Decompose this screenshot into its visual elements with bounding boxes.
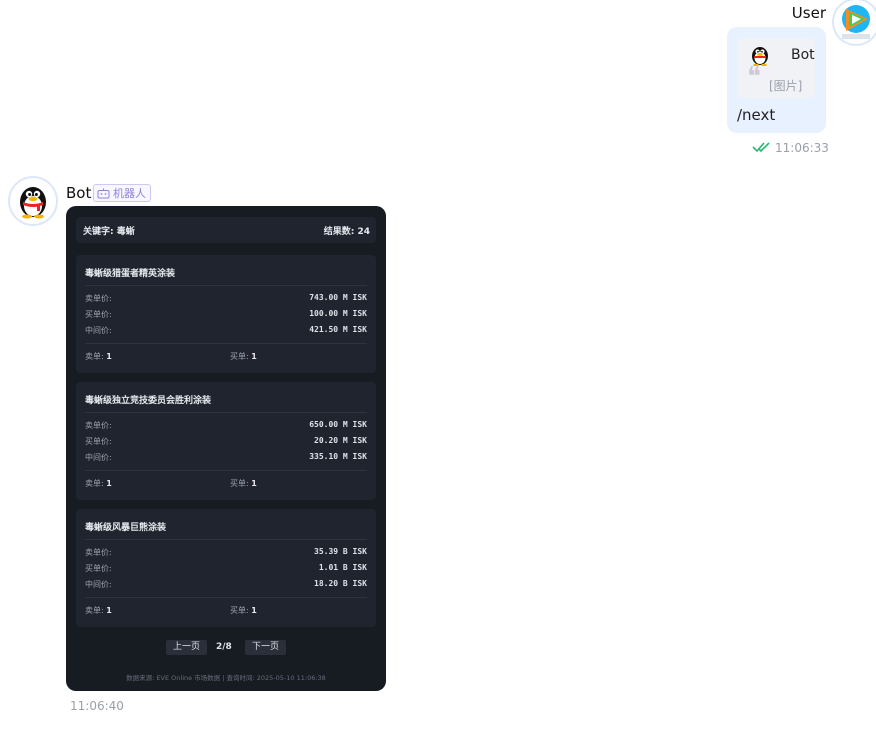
user-message-text: /next — [737, 106, 776, 124]
bot-avatar[interactable] — [10, 178, 56, 224]
divider — [85, 597, 367, 598]
bot-badge-label: 机器人 — [113, 187, 146, 200]
price-value: 650.00 M ISK — [309, 420, 367, 429]
search-keyword: 关键字: 毒蜥 — [83, 227, 135, 237]
price-label: 卖单价: — [85, 548, 112, 557]
penguin-avatar-icon — [11, 179, 55, 223]
sell-label: 卖单: — [85, 352, 104, 361]
user-message-bubble[interactable]: Bot ❝ [图片] /next — [727, 27, 826, 133]
price-value: 335.10 M ISK — [309, 452, 367, 461]
price-row: 卖单价: 743.00 M ISK — [85, 293, 367, 305]
card-footer: 数据来源: EVE Online 市场数据 | 查询时间: 2025-05-10… — [126, 674, 326, 682]
page-indicator: 2/8 — [216, 642, 232, 652]
item-title: 毒蜥级猎蛋者精英涂装 — [85, 269, 176, 279]
price-label: 中间价: — [85, 326, 112, 335]
sell-order-count: 卖单: 1 — [85, 478, 112, 489]
next-page-button[interactable]: 下一页 — [245, 640, 287, 655]
quoted-author: Bot — [791, 47, 815, 63]
price-value: 743.00 M ISK — [309, 293, 367, 302]
sell-count: 1 — [106, 352, 112, 361]
sell-count: 1 — [106, 606, 112, 615]
card-header: 关键字: 毒蜥 结果数: 24 — [76, 217, 376, 243]
buy-label: 买单: — [230, 479, 249, 488]
market-item: 毒蜥级风暴巨熊涂装 卖单价: 35.39 B ISK 买单价: 1.01 B ISK… — [76, 509, 376, 627]
quoted-message[interactable]: Bot ❝ [图片] — [737, 38, 815, 98]
market-item: 毒蜥级猎蛋者精英涂装 卖单价: 743.00 M ISK 买单价: 100.00 M… — [76, 255, 376, 373]
price-value: 18.20 B ISK — [314, 579, 367, 588]
price-value: 1.01 B ISK — [318, 563, 367, 572]
price-label: 中间价: — [85, 453, 112, 462]
buy-order-count: 买单: 1 — [230, 605, 257, 616]
divider — [85, 470, 367, 471]
bot-badge: 机器人 — [93, 184, 151, 202]
result-count: 结果数: 24 — [323, 227, 370, 237]
user-message-time: 11:06:33 — [775, 141, 829, 155]
buy-count: 1 — [251, 606, 257, 615]
item-title: 毒蜥级独立竞技委员会胜利涂装 — [85, 396, 212, 406]
sell-count: 1 — [106, 479, 112, 488]
price-row: 卖单价: 35.39 B ISK — [85, 547, 367, 559]
user-avatar[interactable] — [834, 0, 876, 44]
item-title: 毒蜥级风暴巨熊涂装 — [85, 523, 167, 533]
market-item: 毒蜥级独立竞技委员会胜利涂装 卖单价: 650.00 M ISK 买单价: 20.2… — [76, 382, 376, 500]
price-label: 买单价: — [85, 437, 112, 446]
sell-label: 卖单: — [85, 479, 104, 488]
buy-order-count: 买单: 1 — [230, 478, 257, 489]
divider — [85, 412, 367, 413]
robot-icon — [97, 188, 110, 198]
divider — [85, 285, 367, 286]
video-play-avatar-icon — [835, 1, 876, 43]
price-label: 卖单价: — [85, 294, 112, 303]
price-label: 中间价: — [85, 580, 112, 589]
price-row: 中间价: 18.20 B ISK — [85, 579, 367, 591]
divider — [85, 539, 367, 540]
price-label: 卖单价: — [85, 421, 112, 430]
quote-mark-icon: ❝ — [747, 62, 761, 92]
bot-name: Bot — [66, 184, 92, 202]
bot-message-time: 11:06:40 — [70, 699, 124, 713]
price-value: 35.39 B ISK — [314, 547, 367, 556]
price-value: 100.00 M ISK — [309, 309, 367, 318]
market-result-card[interactable]: 关键字: 毒蜥 结果数: 24 毒蜥级猎蛋者精英涂装 卖单价: 743.00 M … — [66, 206, 386, 691]
price-row: 中间价: 421.50 M ISK — [85, 325, 367, 337]
price-label: 买单价: — [85, 310, 112, 319]
buy-count: 1 — [251, 479, 257, 488]
sell-label: 卖单: — [85, 606, 104, 615]
sell-order-count: 卖单: 1 — [85, 605, 112, 616]
price-row: 卖单价: 650.00 M ISK — [85, 420, 367, 432]
divider — [85, 343, 367, 344]
price-label: 买单价: — [85, 564, 112, 573]
price-value: 421.50 M ISK — [309, 325, 367, 334]
buy-order-count: 买单: 1 — [230, 351, 257, 362]
price-row: 买单价: 1.01 B ISK — [85, 563, 367, 575]
user-name: User — [791, 4, 826, 22]
price-value: 20.20 M ISK — [314, 436, 367, 445]
price-row: 中间价: 335.10 M ISK — [85, 452, 367, 464]
price-row: 买单价: 100.00 M ISK — [85, 309, 367, 321]
sell-order-count: 卖单: 1 — [85, 351, 112, 362]
price-row: 买单价: 20.20 M ISK — [85, 436, 367, 448]
buy-label: 买单: — [230, 352, 249, 361]
buy-count: 1 — [251, 352, 257, 361]
pagination: 上一页 2/8 下一页 — [66, 639, 386, 657]
buy-label: 买单: — [230, 606, 249, 615]
quoted-content: [图片] — [769, 79, 803, 93]
double-check-icon — [752, 142, 770, 153]
prev-page-button[interactable]: 上一页 — [166, 640, 208, 655]
